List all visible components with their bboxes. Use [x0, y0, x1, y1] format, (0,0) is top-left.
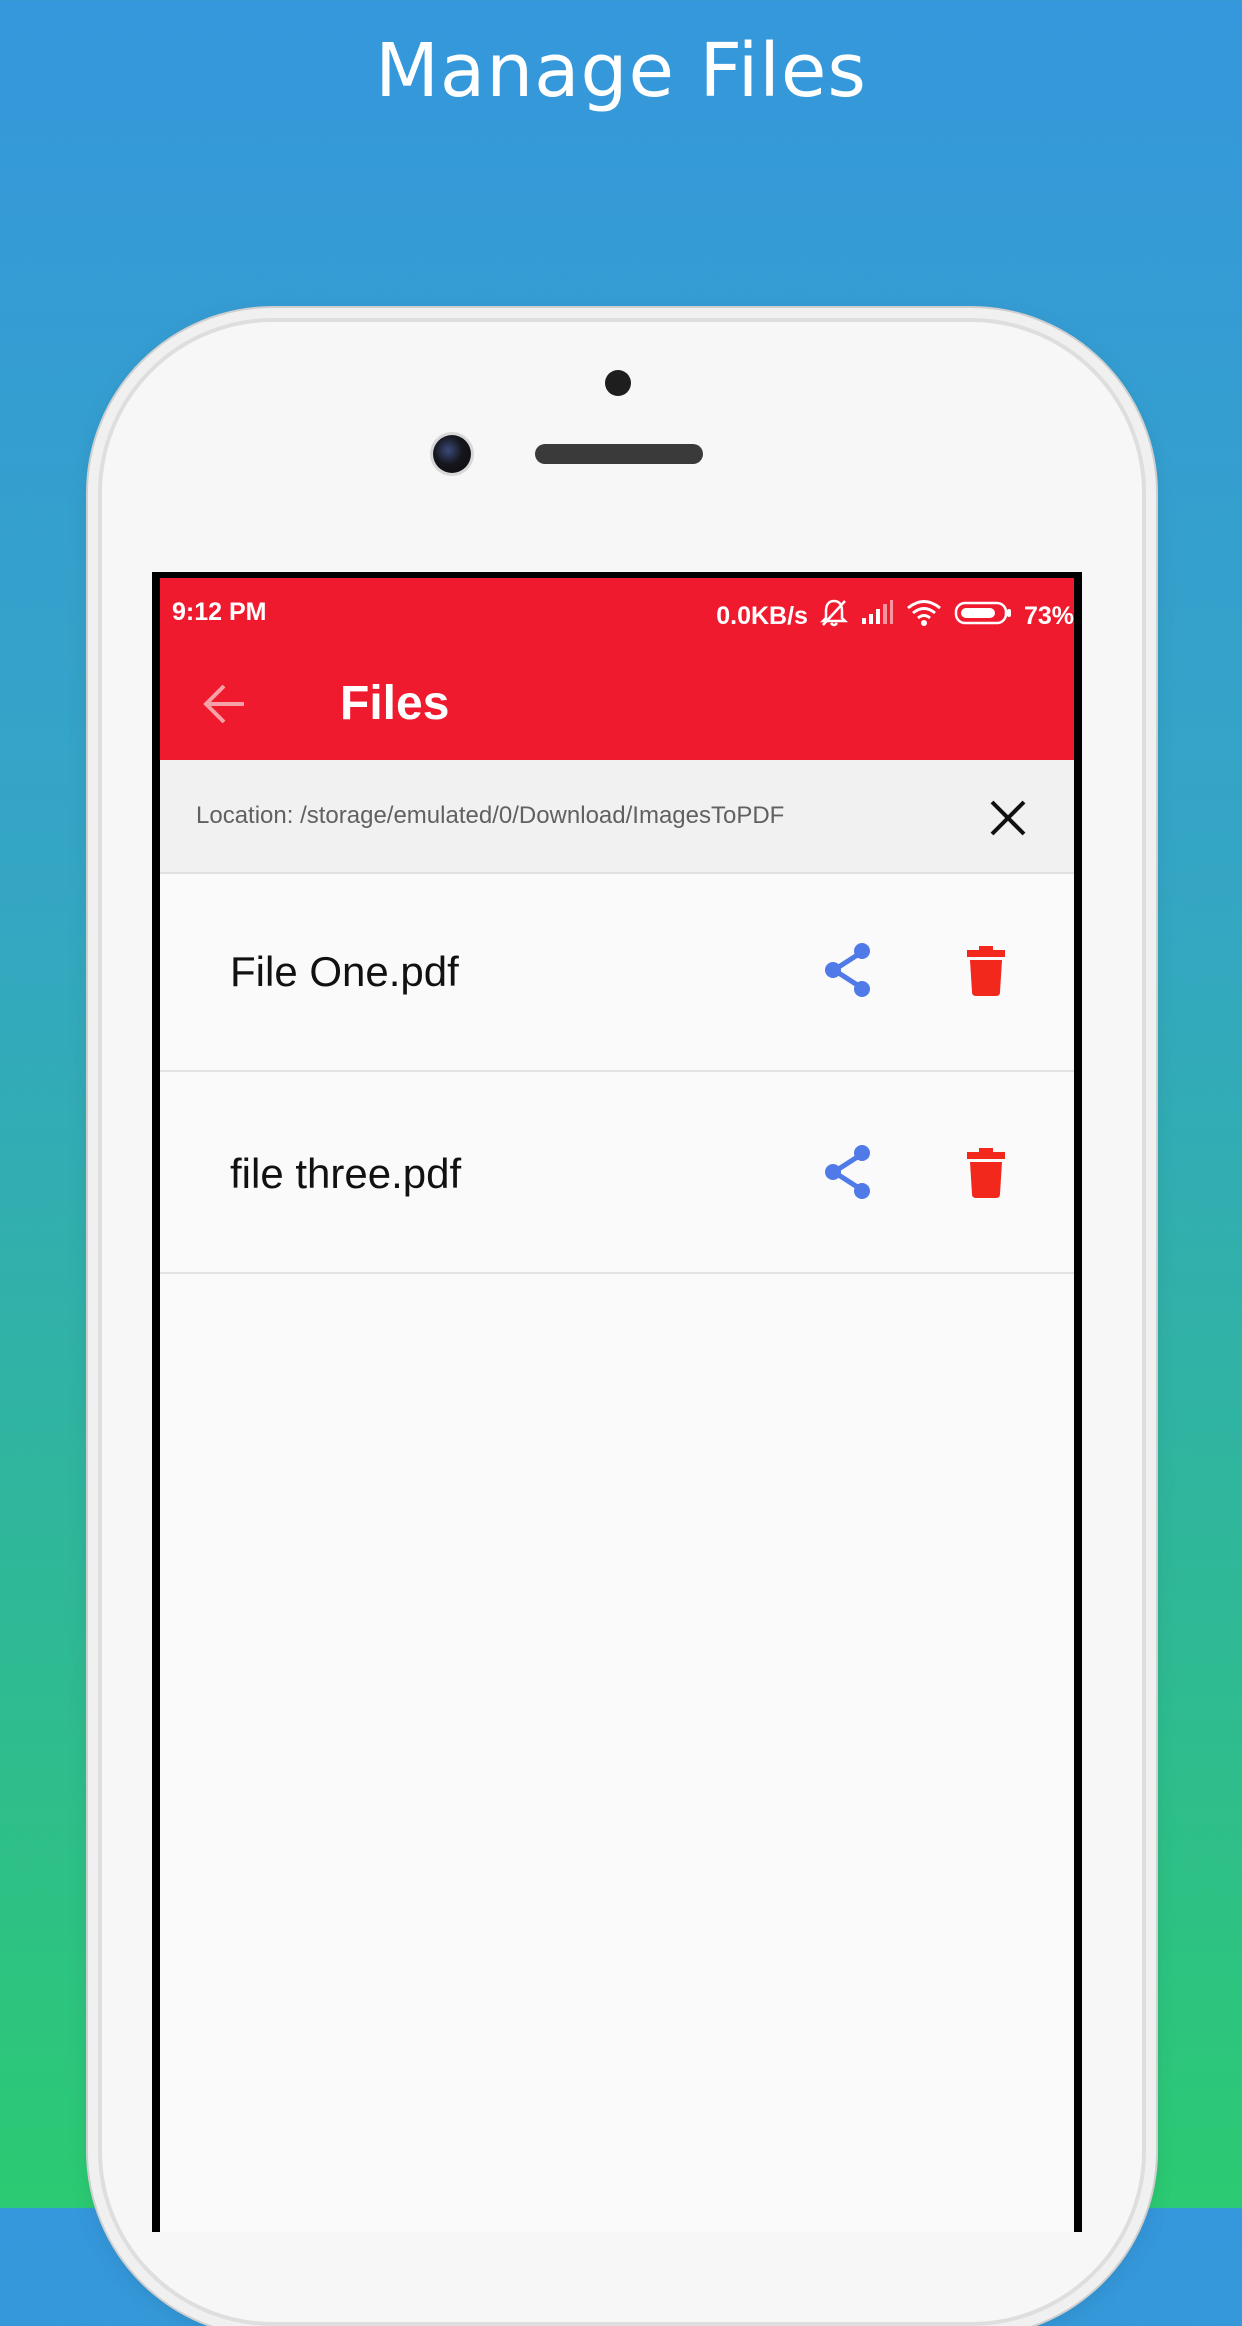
- app-bar: Files: [160, 646, 1074, 760]
- close-location-button[interactable]: [988, 798, 1028, 838]
- back-arrow-icon: [203, 684, 244, 724]
- network-speed: 0.0KB/s: [716, 602, 808, 630]
- file-row[interactable]: File One.pdf: [160, 874, 1074, 1072]
- share-icon: [825, 943, 870, 997]
- share-button[interactable]: [820, 1144, 876, 1200]
- share-icon: [825, 1145, 870, 1199]
- phone-screen: 9:12 PM 0.0KB/s 73% Files Location: /sto…: [152, 572, 1082, 2232]
- delete-button[interactable]: [966, 1148, 1006, 1198]
- back-button[interactable]: [200, 681, 248, 727]
- file-name: File One.pdf: [230, 948, 459, 995]
- trash-icon: [967, 946, 1005, 996]
- battery-icon: [954, 600, 1012, 633]
- signal-icon: [860, 600, 894, 633]
- page-title: Files: [340, 677, 450, 730]
- promo-title: Manage Files: [375, 28, 867, 114]
- mute-bell-icon: [819, 598, 848, 635]
- battery-percent: 73%: [1023, 602, 1074, 630]
- front-sensor: [605, 370, 631, 396]
- status-indicators: 0.0KB/s 73%: [716, 598, 1074, 635]
- front-camera: [433, 435, 471, 473]
- wifi-icon: [906, 599, 942, 634]
- file-list: File One.pdf file three.pdf: [160, 874, 1074, 1278]
- trash-icon: [967, 1148, 1005, 1198]
- earpiece-speaker: [535, 444, 703, 464]
- location-bar: Location: /storage/emulated/0/Download/I…: [160, 760, 1074, 874]
- share-button[interactable]: [820, 942, 876, 998]
- status-bar: 9:12 PM 0.0KB/s 73%: [160, 578, 1074, 646]
- close-icon: [990, 800, 1026, 836]
- file-row[interactable]: file three.pdf: [160, 1076, 1074, 1274]
- file-name: file three.pdf: [230, 1150, 462, 1197]
- location-path: Location: /storage/emulated/0/Download/I…: [196, 802, 785, 829]
- app-screen: 9:12 PM 0.0KB/s 73% Files Location: /sto…: [160, 578, 1074, 2232]
- status-time: 9:12 PM: [172, 598, 267, 626]
- delete-button[interactable]: [966, 946, 1006, 996]
